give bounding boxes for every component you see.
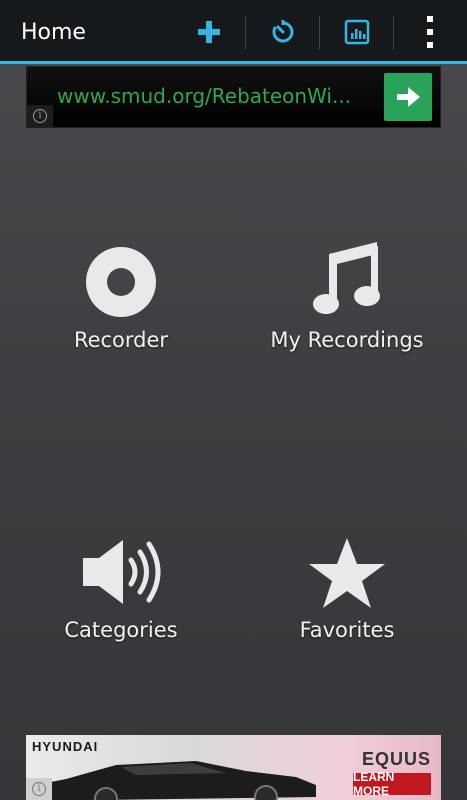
overflow-menu-icon — [427, 16, 433, 48]
equalizer-icon — [344, 19, 370, 45]
action-separator — [393, 16, 394, 50]
add-button[interactable] — [185, 8, 233, 56]
overflow-menu-button[interactable] — [406, 8, 454, 56]
timer-button[interactable] — [259, 8, 307, 56]
speaker-icon — [83, 540, 161, 604]
info-icon: i — [33, 109, 47, 123]
action-bar: Home — [0, 0, 467, 64]
action-separator — [245, 16, 246, 50]
music-note-icon — [313, 242, 380, 314]
categories-tile[interactable]: Categories — [21, 520, 221, 670]
action-separator — [319, 16, 320, 50]
tile-label: Recorder — [73, 328, 169, 352]
top-ad-banner[interactable]: www.smud.org/RebateonWi... i — [26, 66, 441, 128]
arrow-right-icon — [397, 87, 420, 107]
ad-go-button[interactable] — [384, 73, 432, 121]
ad-info-button[interactable]: i — [26, 778, 52, 800]
star-icon — [309, 538, 385, 608]
tile-label: Favorites — [299, 618, 395, 642]
ad-url[interactable]: www.smud.org/RebateonWi... — [57, 84, 377, 108]
tile-label: Categories — [64, 618, 178, 642]
equalizer-button[interactable] — [333, 8, 381, 56]
car-image — [26, 761, 316, 800]
recorder-tile[interactable]: Recorder — [21, 230, 221, 380]
info-icon: i — [32, 782, 46, 796]
my-recordings-tile[interactable]: My Recordings — [247, 230, 447, 380]
learn-more-button[interactable]: LEARN MORE — [353, 770, 431, 798]
ad-info-button[interactable]: i — [27, 105, 53, 127]
bottom-ad-banner[interactable]: HYUNDAI EQUUS LEARN MORE i — [26, 735, 441, 800]
timer-icon — [272, 20, 294, 43]
ad-model-name: EQUUS — [361, 749, 431, 769]
tile-label: My Recordings — [270, 328, 424, 352]
page-title: Home — [21, 20, 86, 45]
add-icon — [198, 21, 220, 43]
favorites-tile[interactable]: Favorites — [247, 520, 447, 670]
record-icon — [86, 247, 156, 317]
